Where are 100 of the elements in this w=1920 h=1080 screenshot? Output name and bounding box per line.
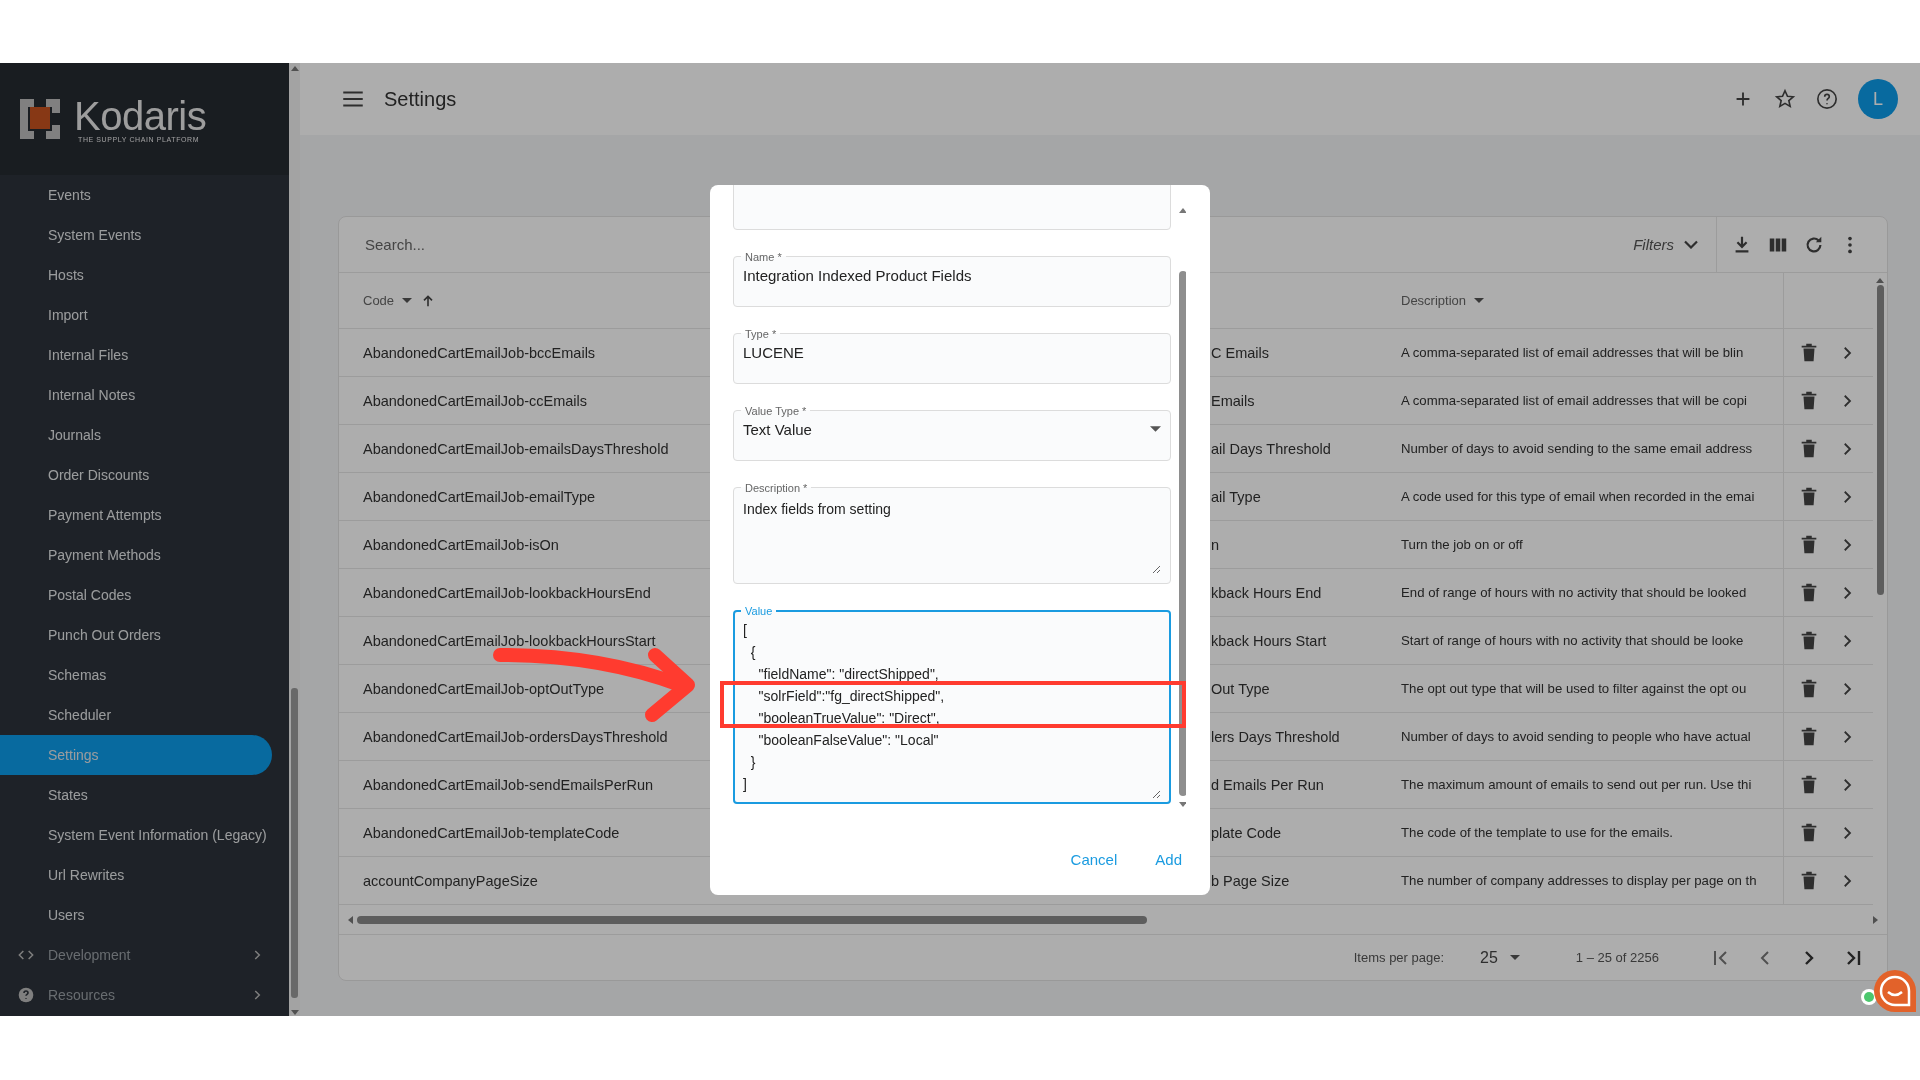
sidebar-item[interactable]: Hosts <box>0 255 272 295</box>
scrollbar-thumb[interactable] <box>357 915 1147 924</box>
sidebar-item[interactable]: Url Rewrites <box>0 855 272 895</box>
table-cell: AbandonedCartEmailJob-ordersDaysThreshold <box>363 728 668 745</box>
code-editor-field[interactable]: [ { "fieldName": "directShipped", "solrField":"fg_directShipped", "booleanTrueValue": "Direct", "booleanFalseValue": "Local" } ] <box>743 616 1161 799</box>
table-cell: AbandonedCartEmailJob-sendEmailsPerRun <box>363 776 654 793</box>
table-cell: AbandonedCartEmailJob-bccEmails <box>363 344 596 361</box>
field-label: Description * <box>744 481 809 494</box>
items-per-page-label: Items per page: <box>1353 950 1445 966</box>
table-cell: AbandonedCartEmailJob-emailType <box>363 488 596 505</box>
table-cell: A comma-separated list of email addresses that will be blin <box>1401 345 1744 360</box>
table-cell: b Page Size <box>1211 872 1290 889</box>
scroll-up-arrow-icon[interactable] <box>1179 206 1186 213</box>
page-title: Settings <box>384 87 457 111</box>
table-cell: plate Code <box>1211 824 1282 841</box>
sidebar-item[interactable]: States <box>0 775 272 815</box>
table-cell: A code used for this type of email when recorded in the emai <box>1401 489 1755 504</box>
table-cell: n <box>1211 536 1220 553</box>
logo-name: Kodaris <box>74 95 207 136</box>
table-cell: Emails <box>1211 392 1255 409</box>
select-field[interactable]: Text Value <box>743 416 1150 442</box>
scroll-down-arrow-icon[interactable] <box>1179 801 1186 808</box>
page-range-label: 1 – 25 of 2256 <box>1575 950 1659 966</box>
table-cell: Out Type <box>1211 680 1270 697</box>
chevron-down-icon <box>1684 240 1698 249</box>
scroll-down-arrow-icon[interactable] <box>290 1010 299 1016</box>
table-cell: accountCompanyPageSize <box>363 872 538 889</box>
page-size-select[interactable]: 25 <box>1474 947 1526 968</box>
form-field[interactable]: Name * Integration Indexed Product Fields <box>733 250 1171 307</box>
sidebar-item[interactable]: Punch Out Orders <box>0 615 272 655</box>
caret-icon <box>1509 955 1520 961</box>
sidebar-item[interactable]: Scheduler <box>0 695 272 735</box>
table-cell: Start of range of hours with no activity that should be looke <box>1401 633 1744 648</box>
table-cell: kback Hours Start <box>1211 632 1327 649</box>
table-cell: Number of days to avoid sending to the same email address <box>1401 441 1753 456</box>
text-field[interactable]: LUCENE <box>743 339 1161 365</box>
sidebar-section[interactable]: Resources <box>0 975 272 1015</box>
logo-icon <box>18 97 62 141</box>
scrollbar[interactable] <box>289 63 300 1016</box>
chat-icon[interactable] <box>1872 968 1918 1014</box>
form-field[interactable]: Value Type * Text Value <box>733 404 1171 461</box>
help-icon[interactable] <box>1816 88 1838 110</box>
help-icon <box>18 987 34 1003</box>
field-label: Type * <box>744 327 778 340</box>
sidebar-item[interactable]: Events <box>0 175 272 215</box>
field-label: Value <box>744 604 774 617</box>
table-cell: ail Type <box>1211 488 1261 505</box>
table-cell: AbandonedCartEmailJob-emailsDaysThreshold <box>363 440 669 457</box>
table-cell: The maximum amount of emails to send out per run. Use thi <box>1401 777 1752 792</box>
table-cell: The number of company addresses to display per page on th <box>1401 873 1757 888</box>
table-cell: AbandonedCartEmailJob-optOutType <box>363 680 604 697</box>
add-button[interactable]: Add <box>1151 845 1186 874</box>
form-field[interactable]: Description * Index fields from setting <box>733 481 1171 584</box>
sort-caret-icon <box>1474 298 1485 303</box>
form-field[interactable]: Value [ { "fieldName": "directShipped", "solrField":"fg_directShipped", "booleanTrueValue": "Direct", "booleanFalseValue": "Local" } ] <box>733 604 1171 804</box>
table-cell: AbandonedCartEmailJob-lookbackHoursEnd <box>363 584 651 601</box>
table-cell: The opt out type that will be used to filter against the opt ou <box>1401 681 1747 696</box>
sidebar-item[interactable]: System Event Information (Legacy) <box>0 815 272 855</box>
scroll-up-arrow-icon[interactable] <box>290 65 299 71</box>
sort-caret-icon <box>402 298 413 303</box>
table-cell: lers Days Threshold <box>1211 728 1340 745</box>
table-cell: AbandonedCartEmailJob-templateCode <box>363 824 620 841</box>
table-cell: C Emails <box>1211 344 1269 361</box>
table-cell: Turn the job on or off <box>1401 537 1523 552</box>
form-field[interactable]: Type * LUCENE <box>733 327 1171 384</box>
sidebar-item[interactable]: Users <box>0 895 272 935</box>
table-cell: AbandonedCartEmailJob-ccEmails <box>363 392 588 409</box>
cancel-button[interactable]: Cancel <box>1066 845 1122 874</box>
form-field[interactable] <box>733 184 1171 230</box>
star-icon[interactable] <box>1774 88 1796 110</box>
sidebar-item[interactable]: Order Discounts <box>0 455 272 495</box>
sidebar-item[interactable]: Internal Notes <box>0 375 272 415</box>
table-cell: ail Days Threshold <box>1211 440 1331 457</box>
table-cell: AbandonedCartEmailJob-lookbackHoursStart <box>363 632 656 649</box>
sidebar-item[interactable]: Postal Codes <box>0 575 272 615</box>
table-cell: Number of days to avoid sending to people who have actual <box>1401 729 1751 744</box>
filters-button[interactable]: Filters <box>1615 217 1717 273</box>
scroll-right-arrow-icon[interactable] <box>1873 915 1879 924</box>
sidebar-item[interactable]: Payment Attempts <box>0 495 272 535</box>
field-label: Value Type * <box>744 404 808 417</box>
dropdown-caret-icon <box>1150 426 1161 432</box>
sidebar-item[interactable]: Journals <box>0 415 272 455</box>
table-cell: The code of the template to use for the emails. <box>1401 825 1673 840</box>
sidebar-item[interactable]: Schemas <box>0 655 272 695</box>
sidebar-item[interactable]: Import <box>0 295 272 335</box>
scrollbar-thumb[interactable] <box>1876 285 1884 595</box>
scroll-up-arrow-icon[interactable] <box>1876 277 1884 283</box>
sidebar-item[interactable]: Internal Files <box>0 335 272 375</box>
scrollbar-thumb[interactable] <box>291 688 298 998</box>
sidebar-item[interactable]: System Events <box>0 215 272 255</box>
column-header[interactable]: Description <box>1401 293 1783 308</box>
sidebar-item[interactable]: Payment Methods <box>0 535 272 575</box>
scroll-left-arrow-icon[interactable] <box>347 915 353 924</box>
text-field[interactable]: Integration Indexed Product Fields <box>743 262 1161 288</box>
table-cell: kback Hours End <box>1211 584 1322 601</box>
scrollbar-thumb[interactable] <box>1179 270 1186 796</box>
table-cell: End of range of hours with no activity that should be looked <box>1401 585 1747 600</box>
text-field[interactable]: Index fields from setting <box>743 493 1161 574</box>
sidebar-section[interactable]: Development <box>0 935 272 975</box>
table-cell: AbandonedCartEmailJob-isOn <box>363 536 559 553</box>
